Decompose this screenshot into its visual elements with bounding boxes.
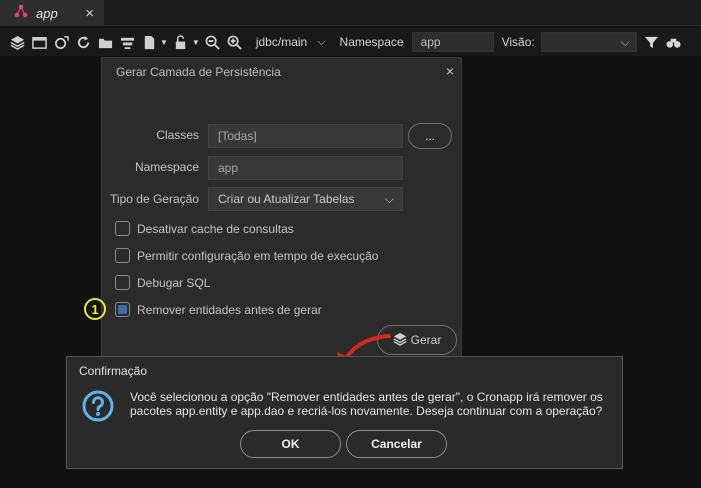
chevron-down-icon[interactable]: ▼ xyxy=(160,38,168,47)
chevron-down-icon[interactable]: ▼ xyxy=(192,38,200,47)
cancel-button[interactable]: Cancelar xyxy=(346,430,447,458)
remove-entities-label: Remover entidades antes de gerar xyxy=(137,303,322,317)
ok-button[interactable]: OK xyxy=(240,430,341,458)
tab-close-icon[interactable]: × xyxy=(85,5,94,22)
generate-label: Gerar xyxy=(410,333,442,347)
runtime-config-label: Permitir configuração em tempo de execuç… xyxy=(137,249,379,263)
tab-app[interactable]: app × xyxy=(0,0,104,26)
diagram-icon xyxy=(14,4,28,23)
datasource-select[interactable]: jdbc/main xyxy=(256,35,307,49)
classes-field[interactable]: [Todas] xyxy=(208,124,403,148)
layers-icon xyxy=(393,332,407,349)
debug-sql-label: Debugar SQL xyxy=(137,276,211,290)
zoom-in-icon[interactable] xyxy=(226,33,244,51)
remove-entities-checkbox[interactable] xyxy=(115,302,130,317)
runtime-config-checkbox[interactable] xyxy=(115,248,130,263)
layers-icon[interactable] xyxy=(8,33,26,51)
window-icon[interactable] xyxy=(30,33,48,51)
disable-query-cache-checkbox[interactable] xyxy=(115,221,130,236)
namespace-label: Namespace xyxy=(339,35,404,49)
generate-button[interactable]: Gerar xyxy=(377,325,457,355)
folder-icon[interactable] xyxy=(96,33,114,51)
filter-icon[interactable] xyxy=(643,33,661,51)
screen: app × ▼ ▼ jdbc/main ⌵ Namespace app Visã… xyxy=(0,0,701,488)
generation-type-value: Criar ou Atualizar Tabelas xyxy=(218,192,355,206)
generation-type-select[interactable]: Criar ou Atualizar Tabelas ⌵ xyxy=(208,187,403,211)
namespace-field[interactable]: app xyxy=(208,156,403,180)
namespace-input[interactable]: app xyxy=(411,32,494,52)
chevron-down-icon[interactable]: ⌵ xyxy=(317,36,325,49)
step-number-badge: 1 xyxy=(84,298,106,320)
view-label: Visão: xyxy=(501,35,535,49)
tab-bar: app × xyxy=(0,0,701,26)
confirmation-dialog: Confirmação Você selecionou a opção "Rem… xyxy=(66,356,623,469)
classes-browse-button[interactable]: ... xyxy=(408,123,452,149)
lock-icon[interactable] xyxy=(172,33,190,51)
tab-label: app xyxy=(36,5,58,21)
toolbar: ▼ ▼ jdbc/main ⌵ Namespace app Visão: ⌵ xyxy=(0,28,701,56)
classes-label: Classes xyxy=(156,128,199,142)
confirmation-message: Você selecionou a opção "Remover entidad… xyxy=(130,390,603,418)
dialog-title: Gerar Camada de Persistência xyxy=(116,65,281,79)
document-icon[interactable] xyxy=(140,33,158,51)
debug-sql-checkbox[interactable] xyxy=(115,275,130,290)
binoculars-icon[interactable] xyxy=(665,33,683,51)
confirmation-title: Confirmação xyxy=(79,364,148,378)
chevron-down-icon: ⌵ xyxy=(384,191,394,206)
generate-icon[interactable] xyxy=(52,33,70,51)
stack-icon[interactable] xyxy=(118,33,136,51)
zoom-out-icon[interactable] xyxy=(204,33,222,51)
question-icon xyxy=(82,390,114,422)
namespace-label: Namespace xyxy=(134,160,199,174)
generation-type-label: Tipo de Geração xyxy=(110,192,199,206)
refresh-icon[interactable] xyxy=(74,33,92,51)
disable-query-cache-label: Desativar cache de consultas xyxy=(137,222,294,236)
persistence-dialog: Gerar Camada de Persistência × Classes [… xyxy=(101,57,462,362)
close-icon[interactable]: × xyxy=(446,63,454,79)
view-select[interactable]: ⌵ xyxy=(540,32,637,52)
